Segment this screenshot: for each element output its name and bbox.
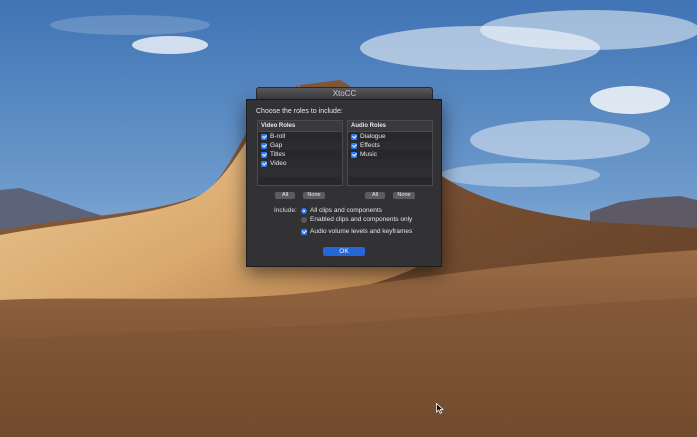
empty-row [348,168,432,177]
role-label: Gap [270,142,283,149]
xtocc-dialog: Choose the roles to include: Video Roles… [246,99,442,267]
checkbox-checked-icon[interactable] [351,142,357,149]
checkbox-checked-icon[interactable] [261,151,267,158]
radio-selected-icon[interactable] [301,207,307,214]
list-item[interactable]: Gap [258,141,342,150]
checkbox-checked-icon[interactable] [351,151,357,158]
list-item[interactable]: B-roll [258,132,342,141]
audio-none-button[interactable]: None [393,192,415,199]
role-label: Titles [270,151,286,158]
checkbox-checked-icon[interactable] [261,160,267,167]
radio-enabled-clips[interactable]: Enabled clips and components only [301,216,412,223]
checkbox-checked-icon[interactable] [301,228,307,235]
list-item[interactable]: Video [258,159,342,168]
role-label: Video [270,160,287,167]
window-title: XtoCC [332,89,357,98]
dialog-prompt: Choose the roles to include: [256,108,343,115]
audio-levels-label: Audio volume levels and keyframes [310,228,413,235]
radio-unselected-icon[interactable] [301,216,307,223]
list-item[interactable]: Effects [348,141,432,150]
radio-enabled-clips-label: Enabled clips and components only [310,216,413,223]
empty-row [348,159,432,168]
role-label: Music [360,151,377,158]
video-none-button[interactable]: None [303,192,325,199]
role-label: Dialogue [360,133,386,140]
video-roles-header: Video Roles [258,121,342,132]
radio-all-clips-label: All clips and components [310,207,382,214]
empty-row [258,168,342,177]
list-item[interactable]: Dialogue [348,132,432,141]
video-all-button[interactable]: All [275,192,295,199]
checkbox-checked-icon[interactable] [261,133,267,140]
audio-levels-checkbox[interactable]: Audio volume levels and keyframes [301,228,412,235]
checkbox-checked-icon[interactable] [351,133,357,140]
audio-all-button[interactable]: All [365,192,385,199]
audio-roles-header: Audio Roles [348,121,432,132]
radio-all-clips[interactable]: All clips and components [301,207,382,214]
role-label: Effects [360,142,380,149]
list-item[interactable]: Titles [258,150,342,159]
list-item[interactable]: Music [348,150,432,159]
audio-roles-list[interactable]: Audio Roles Dialogue Effects Music [347,120,433,186]
checkbox-checked-icon[interactable] [261,142,267,149]
include-label: Include: [274,207,297,214]
role-label: B-roll [270,133,286,140]
video-roles-list[interactable]: Video Roles B-roll Gap Titles Video [257,120,343,186]
arrow-cursor-icon [436,401,445,419]
ok-button[interactable]: OK [323,247,365,256]
